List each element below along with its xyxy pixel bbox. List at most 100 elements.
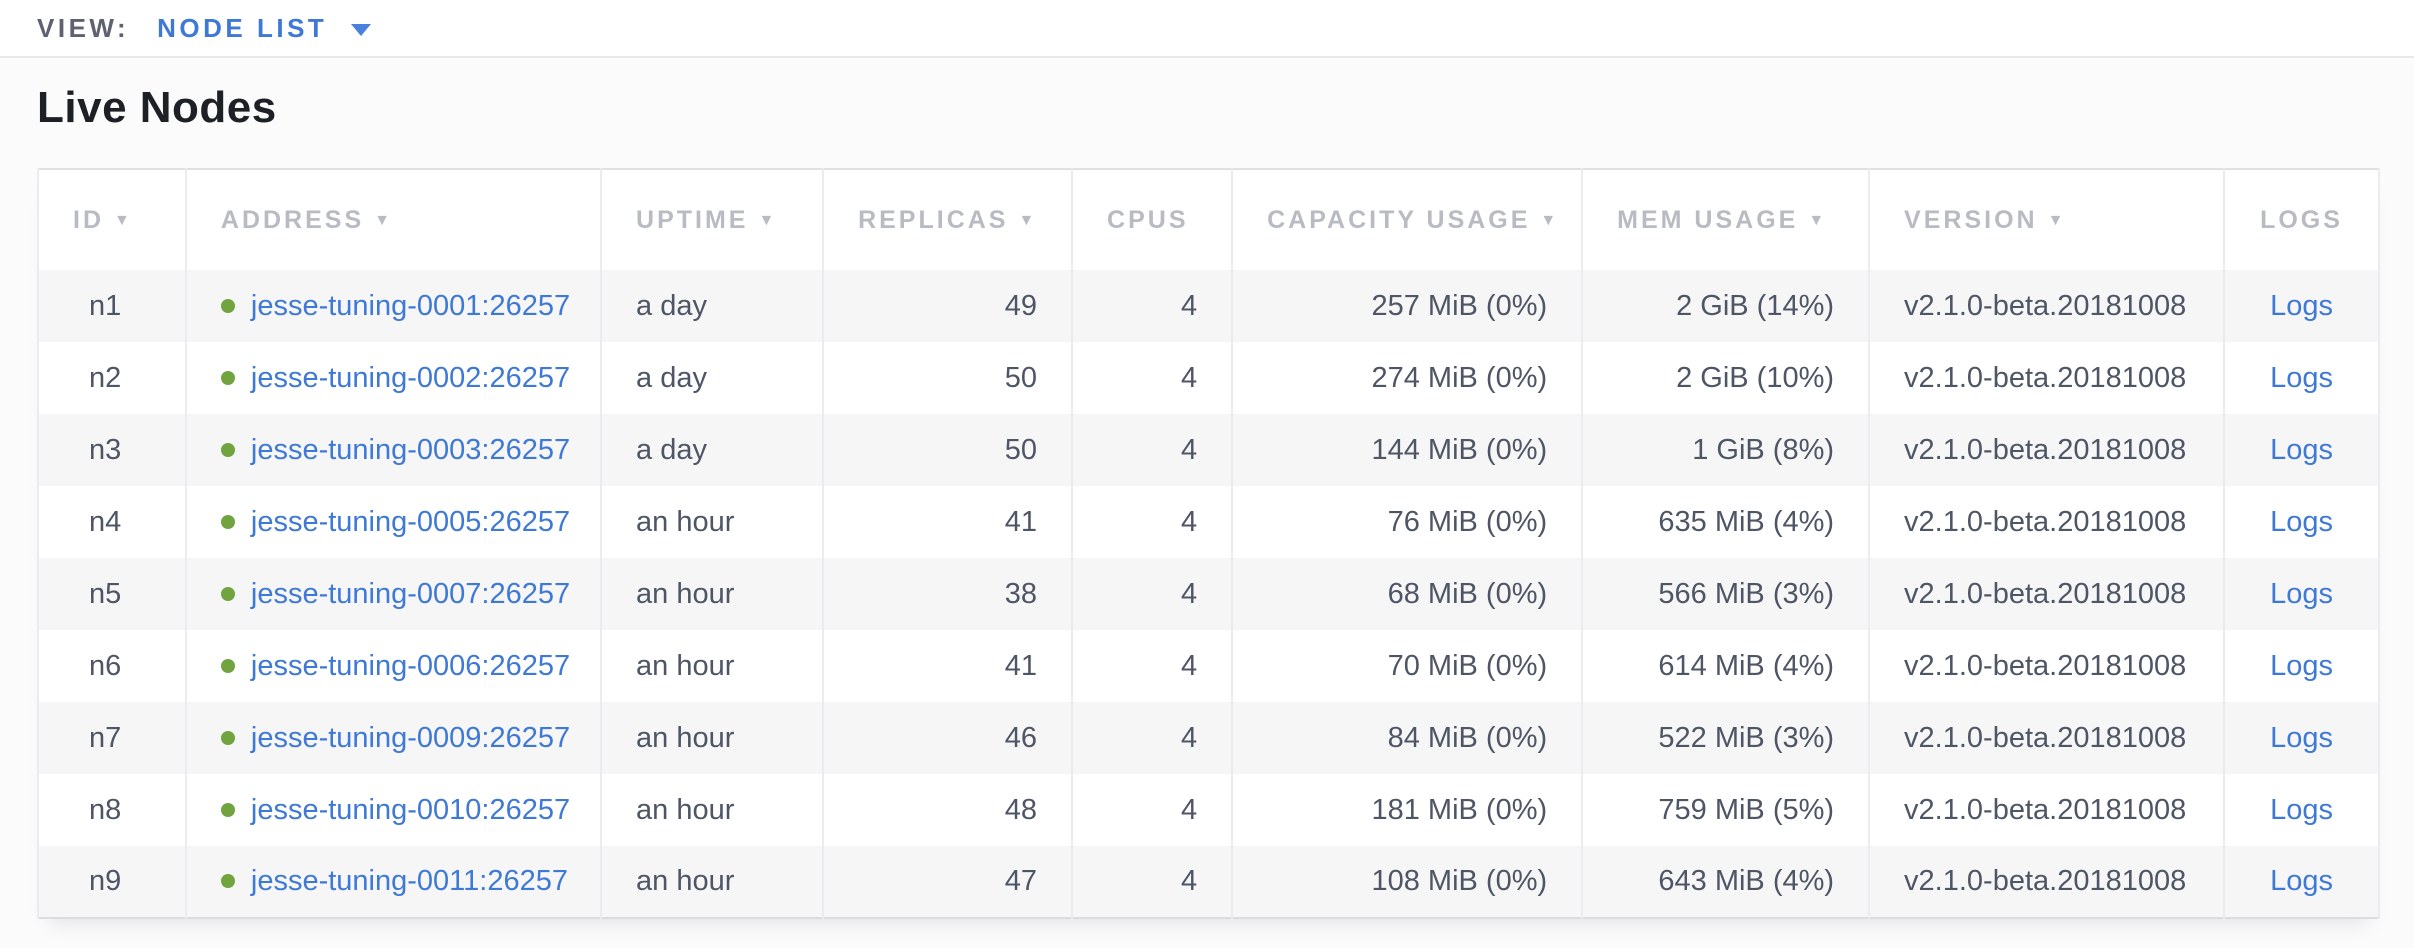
version-cell: v2.1.0-beta.20181008 bbox=[1869, 558, 2224, 630]
node-row-n7: n7jesse-tuning-0009:26257an hour46484 Mi… bbox=[38, 702, 2379, 774]
uptime-cell: a day bbox=[601, 270, 823, 342]
capacity-cell: 257 MiB (0%) bbox=[1232, 270, 1582, 342]
node-address-link[interactable]: jesse-tuning-0003:26257 bbox=[251, 434, 570, 466]
node-live-status-icon bbox=[221, 371, 235, 385]
logs-cell: Logs bbox=[2224, 342, 2379, 414]
column-header-label: CAPACITY USAGE bbox=[1267, 206, 1530, 234]
uptime-cell: an hour bbox=[601, 630, 823, 702]
mem-cell: 759 MiB (5%) bbox=[1582, 774, 1869, 846]
logs-link[interactable]: Logs bbox=[2270, 434, 2333, 466]
chevron-down-icon bbox=[351, 24, 371, 36]
logs-cell: Logs bbox=[2224, 774, 2379, 846]
mem-cell: 635 MiB (4%) bbox=[1582, 486, 1869, 558]
view-selector-dropdown[interactable]: NODE LIST bbox=[157, 13, 371, 44]
node-row-n9: n9jesse-tuning-0011:26257an hour474108 M… bbox=[38, 846, 2379, 918]
capacity-cell: 70 MiB (0%) bbox=[1232, 630, 1582, 702]
replicas-cell: 47 bbox=[823, 846, 1072, 918]
logs-cell: Logs bbox=[2224, 270, 2379, 342]
id-cell: n5 bbox=[38, 558, 186, 630]
uptime-cell: a day bbox=[601, 342, 823, 414]
node-live-status-icon bbox=[221, 299, 235, 313]
node-address-link[interactable]: jesse-tuning-0006:26257 bbox=[251, 650, 570, 682]
address-cell: jesse-tuning-0006:26257 bbox=[186, 630, 601, 702]
logs-cell: Logs bbox=[2224, 558, 2379, 630]
version-cell: v2.1.0-beta.20181008 bbox=[1869, 270, 2224, 342]
table-header-row: ID▼ADDRESS▼UPTIME▼REPLICAS▼CPUSCAPACITY … bbox=[38, 169, 2379, 270]
logs-link[interactable]: Logs bbox=[2270, 578, 2333, 610]
id-cell: n9 bbox=[38, 846, 186, 918]
node-address-link[interactable]: jesse-tuning-0001:26257 bbox=[251, 290, 570, 322]
replicas-cell: 41 bbox=[823, 486, 1072, 558]
sort-desc-icon: ▼ bbox=[2048, 212, 2067, 229]
column-header-version[interactable]: VERSION ▼ bbox=[1869, 169, 2224, 270]
logs-link[interactable]: Logs bbox=[2270, 865, 2333, 897]
logs-cell: Logs bbox=[2224, 486, 2379, 558]
replicas-cell: 38 bbox=[823, 558, 1072, 630]
column-header-uptime[interactable]: UPTIME ▼ bbox=[601, 169, 823, 270]
replicas-cell: 49 bbox=[823, 270, 1072, 342]
logs-cell: Logs bbox=[2224, 846, 2379, 918]
column-header-label: LOGS bbox=[2260, 206, 2343, 234]
sort-desc-icon: ▼ bbox=[1808, 212, 1827, 229]
column-header-capacity[interactable]: CAPACITY USAGE▼ bbox=[1232, 169, 1582, 270]
address-cell: jesse-tuning-0009:26257 bbox=[186, 702, 601, 774]
mem-cell: 566 MiB (3%) bbox=[1582, 558, 1869, 630]
cpus-cell: 4 bbox=[1072, 774, 1232, 846]
node-address-link[interactable]: jesse-tuning-0007:26257 bbox=[251, 578, 570, 610]
id-cell: n8 bbox=[38, 774, 186, 846]
node-live-status-icon bbox=[221, 659, 235, 673]
replicas-cell: 46 bbox=[823, 702, 1072, 774]
logs-link[interactable]: Logs bbox=[2270, 506, 2333, 538]
node-address-link[interactable]: jesse-tuning-0010:26257 bbox=[251, 794, 570, 826]
sort-desc-icon: ▼ bbox=[1018, 212, 1037, 229]
node-address-link[interactable]: jesse-tuning-0002:26257 bbox=[251, 362, 570, 394]
node-address-link[interactable]: jesse-tuning-0005:26257 bbox=[251, 506, 570, 538]
column-header-id[interactable]: ID▼ bbox=[38, 169, 186, 270]
live-nodes-table: ID▼ADDRESS▼UPTIME▼REPLICAS▼CPUSCAPACITY … bbox=[37, 168, 2380, 919]
node-live-status-icon bbox=[221, 443, 235, 457]
logs-cell: Logs bbox=[2224, 702, 2379, 774]
uptime-cell: an hour bbox=[601, 486, 823, 558]
capacity-cell: 274 MiB (0%) bbox=[1232, 342, 1582, 414]
logs-cell: Logs bbox=[2224, 630, 2379, 702]
view-label: VIEW: bbox=[37, 13, 129, 44]
node-live-status-icon bbox=[221, 731, 235, 745]
column-header-address[interactable]: ADDRESS▼ bbox=[186, 169, 601, 270]
id-cell: n2 bbox=[38, 342, 186, 414]
sort-desc-icon: ▼ bbox=[114, 212, 133, 229]
logs-link[interactable]: Logs bbox=[2270, 650, 2333, 682]
capacity-cell: 181 MiB (0%) bbox=[1232, 774, 1582, 846]
column-header-replicas[interactable]: REPLICAS▼ bbox=[823, 169, 1072, 270]
mem-cell: 643 MiB (4%) bbox=[1582, 846, 1869, 918]
column-header-label: VERSION bbox=[1904, 206, 2038, 234]
column-header-label: MEM USAGE bbox=[1617, 206, 1798, 234]
uptime-cell: a day bbox=[601, 414, 823, 486]
logs-link[interactable]: Logs bbox=[2270, 722, 2333, 754]
logs-link[interactable]: Logs bbox=[2270, 362, 2333, 394]
cpus-cell: 4 bbox=[1072, 846, 1232, 918]
node-row-n1: n1jesse-tuning-0001:26257a day494257 MiB… bbox=[38, 270, 2379, 342]
view-selected-value: NODE LIST bbox=[157, 13, 327, 44]
sort-desc-icon: ▼ bbox=[758, 212, 777, 229]
node-row-n2: n2jesse-tuning-0002:26257a day504274 MiB… bbox=[38, 342, 2379, 414]
node-address-link[interactable]: jesse-tuning-0009:26257 bbox=[251, 722, 570, 754]
mem-cell: 2 GiB (14%) bbox=[1582, 270, 1869, 342]
cpus-cell: 4 bbox=[1072, 414, 1232, 486]
version-cell: v2.1.0-beta.20181008 bbox=[1869, 774, 2224, 846]
node-live-status-icon bbox=[221, 587, 235, 601]
column-header-mem[interactable]: MEM USAGE ▼ bbox=[1582, 169, 1869, 270]
node-address-link[interactable]: jesse-tuning-0011:26257 bbox=[251, 865, 568, 897]
logs-link[interactable]: Logs bbox=[2270, 290, 2333, 322]
logs-link[interactable]: Logs bbox=[2270, 794, 2333, 826]
version-cell: v2.1.0-beta.20181008 bbox=[1869, 414, 2224, 486]
cpus-cell: 4 bbox=[1072, 558, 1232, 630]
node-row-n8: n8jesse-tuning-0010:26257an hour484181 M… bbox=[38, 774, 2379, 846]
capacity-cell: 68 MiB (0%) bbox=[1232, 558, 1582, 630]
address-cell: jesse-tuning-0007:26257 bbox=[186, 558, 601, 630]
column-header-label: CPUS bbox=[1107, 206, 1188, 234]
node-live-status-icon bbox=[221, 874, 235, 888]
node-row-n4: n4jesse-tuning-0005:26257an hour41476 Mi… bbox=[38, 486, 2379, 558]
sort-desc-icon: ▼ bbox=[374, 212, 393, 229]
mem-cell: 2 GiB (10%) bbox=[1582, 342, 1869, 414]
column-header-label: UPTIME bbox=[636, 206, 748, 234]
